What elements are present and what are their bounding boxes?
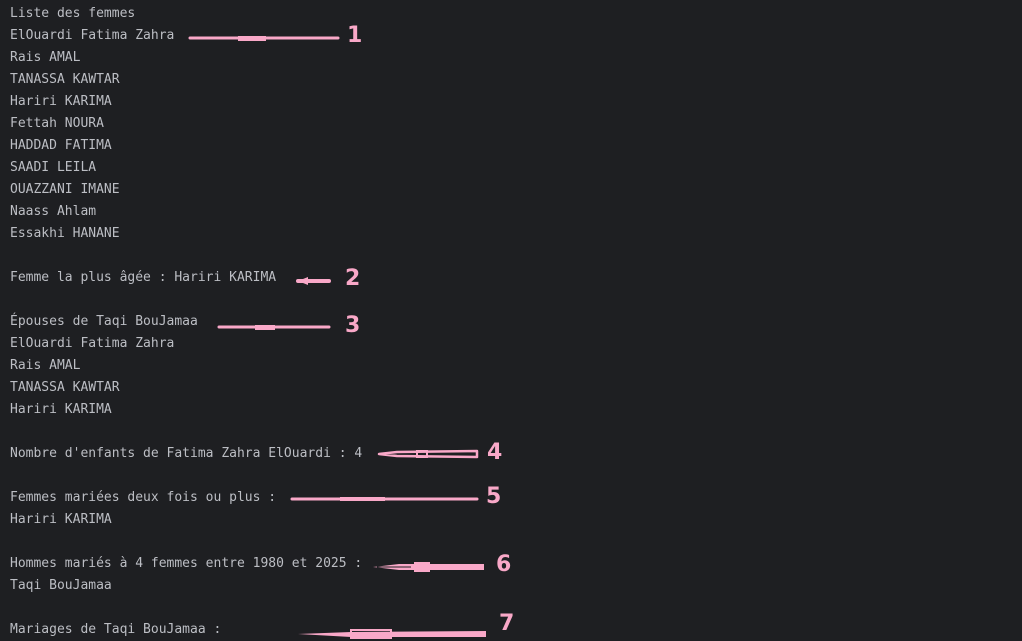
console-line: Hommes mariés à 4 femmes entre 1980 et 2… <box>10 556 363 571</box>
annotation-1: 1 <box>188 23 368 50</box>
console-line: ElOuardi Fatima Zahra <box>10 28 175 43</box>
console-line: Fettah NOURA <box>10 116 104 131</box>
console-line: Hariri KARIMA <box>10 512 112 527</box>
console-line: Essakhi HANANE <box>10 226 120 241</box>
annotation-number: 7 <box>499 611 515 636</box>
annotation-arrow-7 <box>298 629 486 639</box>
console-line: Mariages de Taqi BouJamaa : <box>10 622 222 637</box>
annotation-number: 2 <box>345 266 361 291</box>
console-line: Nombre d'enfants de Fatima Zahra ElOuard… <box>10 446 363 461</box>
console-line: Rais AMAL <box>10 358 81 373</box>
annotation-4: 4 <box>377 440 507 467</box>
annotation-arrow-3 <box>217 325 331 330</box>
console-line: Liste des femmes <box>10 6 136 21</box>
annotation-3: 3 <box>217 313 367 340</box>
console-line: TANASSA KAWTAR <box>10 380 120 395</box>
annotation-2: 2 <box>296 266 366 293</box>
console-line: TANASSA KAWTAR <box>10 72 120 87</box>
annotation-number: 6 <box>496 552 512 577</box>
annotation-number: 1 <box>347 23 363 48</box>
annotation-number: 4 <box>487 440 503 465</box>
annotation-6: 6 <box>371 552 516 579</box>
console-line: Hariri KARIMA <box>10 402 112 417</box>
console-line: Femme la plus âgée : Hariri KARIMA <box>10 270 277 285</box>
console-line: Rais AMAL <box>10 50 81 65</box>
annotation-arrow-2 <box>296 277 331 285</box>
annotation-arrow-6 <box>373 562 484 572</box>
console-line: OUAZZANI IMANE <box>10 182 120 197</box>
console-line: ElOuardi Fatima Zahra <box>10 336 175 351</box>
console-output: Liste des femmes ElOuardi Fatima Zahra R… <box>0 0 1022 641</box>
console-line: Épouses de Taqi BouJamaa <box>10 314 198 329</box>
annotation-number: 5 <box>486 484 502 509</box>
console-line: Femmes mariées deux fois ou plus : <box>10 490 277 505</box>
annotation-7: 7 <box>296 611 521 639</box>
annotation-number: 3 <box>345 313 361 338</box>
annotation-arrow-4 <box>377 449 479 459</box>
annotation-arrow-1 <box>188 36 340 41</box>
console-line: Taqi BouJamaa <box>10 578 112 593</box>
console-line: Hariri KARIMA <box>10 94 112 109</box>
console-line: HADDAD FATIMA <box>10 138 112 153</box>
console-line: SAADI LEILA <box>10 160 97 175</box>
annotation-5: 5 <box>290 484 505 511</box>
annotation-arrow-5 <box>290 497 479 501</box>
console-line: Naass Ahlam <box>10 204 97 219</box>
